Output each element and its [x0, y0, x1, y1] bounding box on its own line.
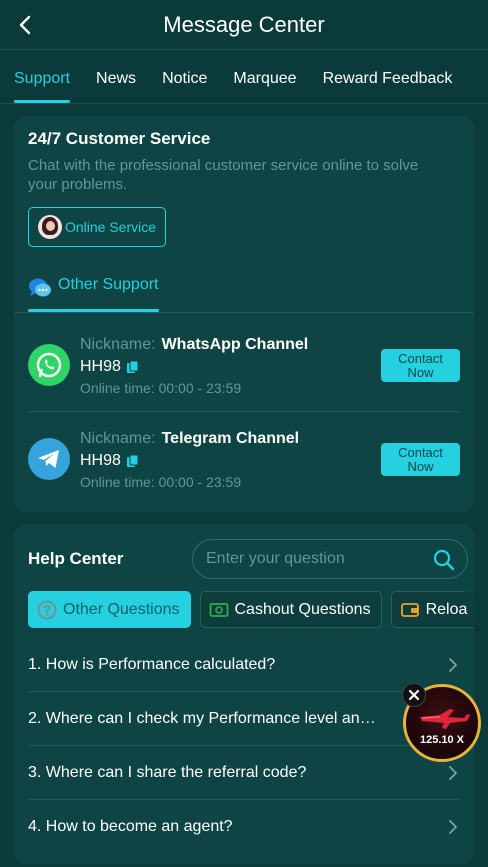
back-arrow-icon[interactable]	[12, 12, 38, 38]
channel-id-value: HH98	[80, 452, 121, 469]
question-circle-icon	[37, 600, 57, 619]
chevron-right-icon	[449, 657, 457, 672]
question-category-chips: Other Questions Cashout Questions Reloa	[28, 591, 474, 629]
other-support-label: Other Support	[58, 276, 159, 293]
faq-item[interactable]: 4. How to become an agent?	[28, 800, 460, 854]
copy-icon[interactable]	[126, 454, 140, 468]
multiplier-value: 125.10 X	[419, 734, 465, 746]
nickname-label: Nickname:	[80, 430, 156, 447]
faq-item[interactable]: 2. Where can I check my Performance leve…	[28, 692, 460, 746]
online-time: Online time: 00:00 - 23:59	[80, 474, 241, 490]
tab-news[interactable]: News	[96, 70, 136, 103]
floating-game-widget[interactable]: 125.10 X	[402, 683, 483, 764]
online-time-value: 00:00 - 23:59	[158, 380, 242, 396]
faq-item[interactable]: 1. How is Performance calculated?	[28, 638, 460, 692]
online-time-label: Online time:	[80, 474, 155, 490]
customer-service-card: 24/7 Customer Service Chat with the prof…	[14, 116, 474, 512]
faq-item[interactable]: 3. Where can I share the referral code?	[28, 746, 460, 800]
chip-label: Reloa	[425, 600, 468, 618]
search-icon[interactable]	[433, 549, 455, 571]
tab-support[interactable]: Support	[14, 70, 71, 103]
chip-label: Other Questions	[63, 600, 180, 618]
tab-notice[interactable]: Notice	[162, 70, 207, 103]
nickname-value: Telegram Channel	[161, 430, 300, 447]
contact-now-button[interactable]: Contact Now	[381, 349, 460, 382]
chip-other-questions[interactable]: Other Questions	[28, 591, 191, 628]
channel-id: HH98	[80, 358, 140, 376]
customer-service-title: 24/7 Customer Service	[28, 129, 211, 148]
online-time-label: Online time:	[80, 380, 155, 396]
header-bar: Message Center	[0, 0, 488, 50]
contact-now-button[interactable]: Contact Now	[381, 443, 460, 476]
channel-nickname: Nickname: WhatsApp Channel	[80, 336, 308, 354]
divider	[14, 312, 474, 313]
tab-reward-feedback[interactable]: Reward Feedback	[323, 70, 453, 103]
other-support-tab[interactable]: Other Support	[28, 276, 159, 312]
close-icon[interactable]	[402, 683, 426, 707]
customer-service-description: Chat with the professional customer serv…	[28, 157, 419, 193]
faq-question: 1. How is Performance calculated?	[28, 655, 276, 673]
support-channel-whatsapp: Nickname: WhatsApp Channel HH98 Online ti…	[28, 322, 460, 412]
faq-question: 2. Where can I check my Performance leve…	[28, 709, 376, 727]
online-time: Online time: 00:00 - 23:59	[80, 380, 241, 396]
chip-label: Cashout Questions	[234, 600, 371, 618]
channel-id: HH98	[80, 452, 140, 470]
channel-id-value: HH98	[80, 358, 121, 375]
tab-marquee[interactable]: Marquee	[233, 70, 296, 103]
support-channel-telegram: Nickname: Telegram Channel HH98 Online ti…	[28, 416, 460, 506]
online-time-value: 00:00 - 23:59	[158, 474, 242, 490]
copy-icon[interactable]	[126, 360, 140, 374]
tab-bar: Support News Notice Marquee Reward Feedb…	[0, 50, 488, 104]
whatsapp-icon	[28, 344, 70, 386]
chat-bubbles-icon	[29, 278, 51, 297]
agent-avatar	[38, 215, 62, 239]
help-search-box	[192, 539, 468, 579]
nickname-value: WhatsApp Channel	[161, 336, 309, 353]
page-title: Message Center	[163, 11, 325, 37]
online-service-label: Online Service	[64, 218, 157, 235]
cash-icon	[209, 602, 228, 617]
nickname-label: Nickname:	[80, 336, 156, 353]
chevron-right-icon	[449, 820, 457, 834]
faq-question: 3. Where can I share the referral code?	[28, 763, 307, 781]
faq-question: 4. How to become an agent?	[28, 818, 233, 835]
wallet-icon	[400, 602, 419, 617]
telegram-icon	[28, 438, 70, 480]
chip-cashout-questions[interactable]: Cashout Questions	[199, 591, 382, 628]
help-center-title: Help Center	[28, 549, 124, 568]
chip-reload-questions[interactable]: Reloa	[390, 591, 474, 628]
chevron-right-icon	[449, 765, 457, 780]
online-service-button[interactable]: Online Service	[28, 207, 166, 247]
channel-nickname: Nickname: Telegram Channel	[80, 430, 299, 448]
faq-list: 1. How is Performance calculated? 2. Whe…	[28, 638, 460, 854]
help-search-input[interactable]	[206, 550, 426, 568]
